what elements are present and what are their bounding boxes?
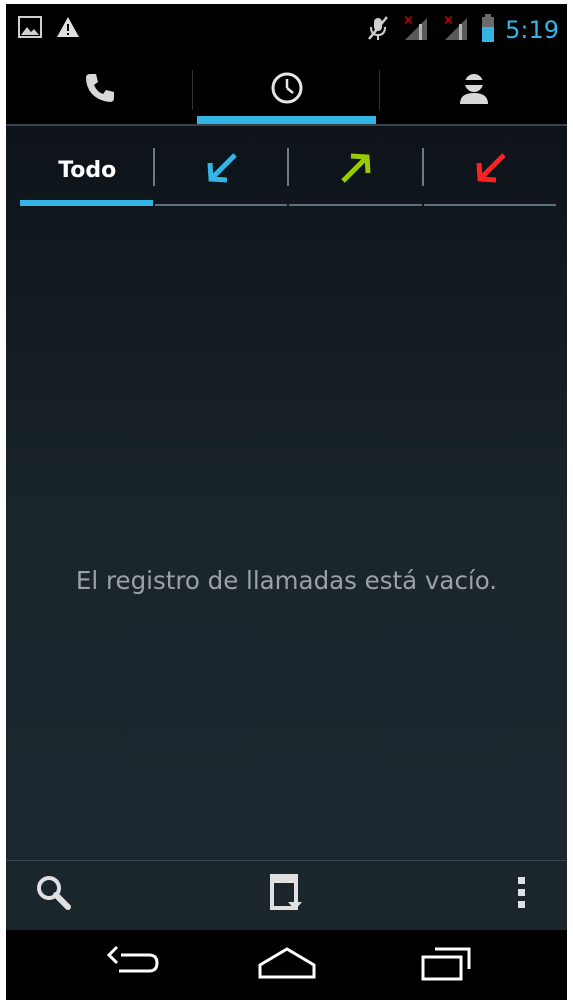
status-bar: × × 5:19 [6, 4, 567, 56]
main-tabs [6, 56, 567, 124]
picture-icon [18, 16, 42, 42]
phone-icon [83, 71, 117, 109]
home-icon [254, 943, 320, 987]
overflow-menu-icon [516, 873, 528, 917]
back-button[interactable] [98, 942, 168, 988]
muted-mic-icon [365, 13, 391, 47]
tab-underline [423, 204, 556, 206]
recent-apps-button[interactable] [410, 942, 480, 988]
status-time: 5:19 [505, 16, 559, 44]
search-icon [34, 873, 74, 917]
back-icon [103, 943, 163, 987]
recent-apps-icon [415, 943, 475, 987]
filter-tab-incoming[interactable] [154, 142, 290, 206]
overflow-menu-button[interactable] [496, 871, 548, 919]
signal-no-sim-icon: × [441, 12, 471, 48]
incoming-call-arrow-icon [204, 150, 240, 190]
filter-tab-missed[interactable] [423, 142, 559, 206]
empty-call-log-message: El registro de llamadas está vacío. [75, 566, 498, 595]
search-button[interactable] [28, 871, 80, 919]
navigation-bar [6, 930, 567, 1000]
tab-underline [289, 204, 422, 206]
filter-tab-outgoing[interactable] [289, 142, 424, 206]
tab-underline [20, 200, 153, 206]
dialpad-button[interactable] [260, 871, 312, 919]
call-filter-tabs: Todo [20, 142, 558, 206]
tab-underline [154, 204, 287, 206]
call-log-content: Todo El registro de llamadas está vacío. [6, 124, 567, 860]
tab-phone[interactable] [6, 56, 193, 124]
dialpad-icon [266, 872, 306, 918]
filter-tab-all-label: Todo [58, 157, 117, 183]
clock-icon [269, 70, 305, 110]
bottom-action-bar [6, 860, 567, 930]
tab-contacts[interactable] [380, 56, 567, 124]
home-button[interactable] [252, 942, 322, 988]
svg-text:×: × [443, 13, 454, 28]
tab-call-log[interactable] [193, 56, 380, 124]
phone-screen: × × 5:19 Todo El registro de llamadas es… [6, 4, 567, 1000]
warning-icon [56, 16, 80, 42]
battery-icon [481, 13, 495, 47]
missed-call-arrow-icon [473, 150, 509, 190]
signal-no-sim-icon: × [401, 12, 431, 48]
filter-tab-all[interactable]: Todo [20, 142, 155, 206]
svg-text:×: × [403, 13, 414, 28]
outgoing-call-arrow-icon [338, 150, 374, 190]
contacts-icon [456, 70, 492, 110]
selected-tab-indicator [197, 116, 376, 124]
